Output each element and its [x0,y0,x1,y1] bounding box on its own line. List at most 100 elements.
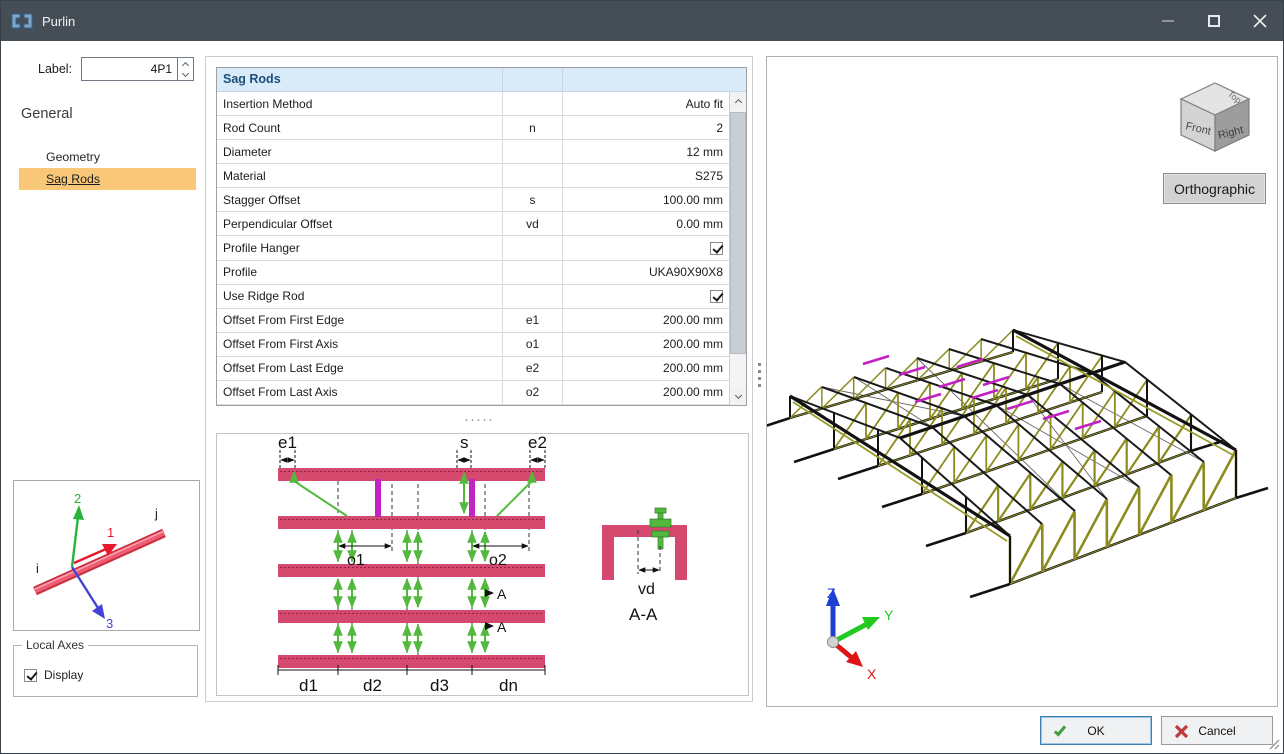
ok-label: OK [1087,724,1104,738]
minimize-button[interactable] [1145,1,1191,41]
property-symbol [503,285,563,308]
close-icon [1253,14,1267,28]
profile-hanger [469,479,475,517]
property-checkbox[interactable] [710,242,723,255]
property-value[interactable]: 200.00 mm [563,333,729,356]
property-value[interactable]: 2 [563,116,729,139]
view-cube[interactable]: Front Right Top [1181,83,1249,151]
label-spinner[interactable] [178,57,194,81]
table-row[interactable]: Profile UKA90X90X8 [217,261,729,285]
table-header-title: Sag Rods [217,68,503,91]
property-value[interactable]: 0.00 mm [563,212,729,235]
sag-rod-diagram: e1 s e2 o1 o2 A A [216,433,749,696]
table-row[interactable]: Profile Hanger [217,236,729,260]
property-value[interactable] [563,236,729,259]
property-rows: Insertion MethodAuto fitRod Countn2Diame… [217,92,729,405]
property-name: Offset From Last Axis [217,381,503,404]
table-row[interactable]: Offset From Last Axiso2200.00 mm [217,381,729,405]
property-symbol [503,140,563,163]
property-value[interactable]: 100.00 mm [563,188,729,211]
property-checkbox[interactable] [710,290,723,303]
maximize-icon [1208,15,1220,27]
spinner-up-icon[interactable] [178,58,193,69]
maximize-button[interactable] [1191,1,1237,41]
property-symbol [503,164,563,187]
table-row[interactable]: Material S275 [217,164,729,188]
model-viewport[interactable]: Front Right Top Z Y X Orthographic [766,56,1278,707]
svg-text:A: A [497,619,507,635]
section-view: vd A-A [602,508,687,624]
property-name: Stagger Offset [217,188,503,211]
ok-button[interactable]: OK [1040,716,1152,745]
property-value[interactable]: 200.00 mm [563,381,729,404]
sidebar-item-geometry[interactable]: Geometry [46,150,100,164]
steel-profile-icon [11,10,33,32]
label-input[interactable]: 4P1 [81,57,178,81]
table-row[interactable]: Diameter 12 mm [217,140,729,164]
property-name: Perpendicular Offset [217,212,503,235]
cancel-label: Cancel [1198,724,1235,738]
property-name: Material [217,164,503,187]
property-symbol [503,261,563,284]
table-row[interactable]: Use Ridge Rod [217,285,729,309]
horizontal-splitter[interactable]: ····· [205,411,753,429]
scroll-up-icon[interactable] [730,92,746,109]
table-row[interactable]: Rod Countn2 [217,116,729,140]
resize-grip[interactable] [1268,738,1280,750]
dim-s-label: s [460,434,469,452]
local-axes-group: Local Axes Display [13,645,198,697]
display-checkbox[interactable] [24,669,37,682]
node-j-label: j [154,506,158,521]
property-value[interactable] [563,285,729,308]
table-row[interactable]: Offset From Last Edgee2200.00 mm [217,357,729,381]
axis-2-label: 2 [74,491,81,506]
property-symbol: o2 [503,381,563,404]
property-value[interactable]: 200.00 mm [563,309,729,332]
axis-2-arrow [72,517,78,567]
projection-mode-button[interactable]: Orthographic [1163,173,1266,204]
node-i-label: i [36,561,39,576]
close-button[interactable] [1237,1,1283,41]
property-name: Use Ridge Rod [217,285,503,308]
property-symbol: e1 [503,309,563,332]
axis-triad: Z Y X [826,585,894,682]
dim-d1-label: d1 [299,676,318,695]
table-scrollbar[interactable] [729,92,746,405]
titlebar[interactable]: Purlin [1,1,1283,41]
scrollbar-thumb[interactable] [730,112,746,354]
property-value[interactable]: 12 mm [563,140,729,163]
property-value[interactable]: S275 [563,164,729,187]
table-row[interactable]: Stagger Offsets100.00 mm [217,188,729,212]
vertical-splitter[interactable] [756,363,763,395]
table-row[interactable]: Insertion MethodAuto fit [217,92,729,116]
purlin-dialog: Purlin Label: 4P1 General Geometry Sag R… [0,0,1284,754]
window-title: Purlin [42,14,75,29]
dim-d2-label: d2 [363,676,382,695]
spinner-down-icon[interactable] [178,69,193,80]
cancel-button[interactable]: Cancel [1161,716,1273,745]
dim-e1-label: e1 [278,434,297,452]
property-symbol: o1 [503,333,563,356]
scroll-down-icon[interactable] [730,388,746,405]
property-value[interactable]: UKA90X90X8 [563,261,729,284]
property-name: Offset From First Axis [217,333,503,356]
property-name: Diameter [217,140,503,163]
property-value[interactable]: 200.00 mm [563,357,729,380]
dim-dn-label: dn [499,676,518,695]
property-symbol [503,92,563,115]
sidebar-item-sag-rods[interactable]: Sag Rods [19,168,196,190]
table-row[interactable]: Offset From First Edgee1200.00 mm [217,309,729,333]
section-label: A-A [629,605,658,624]
local-axes-legend: Local Axes [22,638,88,652]
axis-y-label: Y [884,607,894,623]
svg-text:A: A [497,586,507,602]
axis-3-label: 3 [106,616,113,630]
property-name: Offset From Last Edge [217,357,503,380]
minimize-icon [1162,20,1174,22]
table-row[interactable]: Perpendicular Offsetvd0.00 mm [217,212,729,236]
property-name: Profile [217,261,503,284]
table-row[interactable]: Offset From First Axiso1200.00 mm [217,333,729,357]
ok-check-icon [1053,724,1063,739]
property-value[interactable]: Auto fit [563,92,729,115]
property-name: Rod Count [217,116,503,139]
